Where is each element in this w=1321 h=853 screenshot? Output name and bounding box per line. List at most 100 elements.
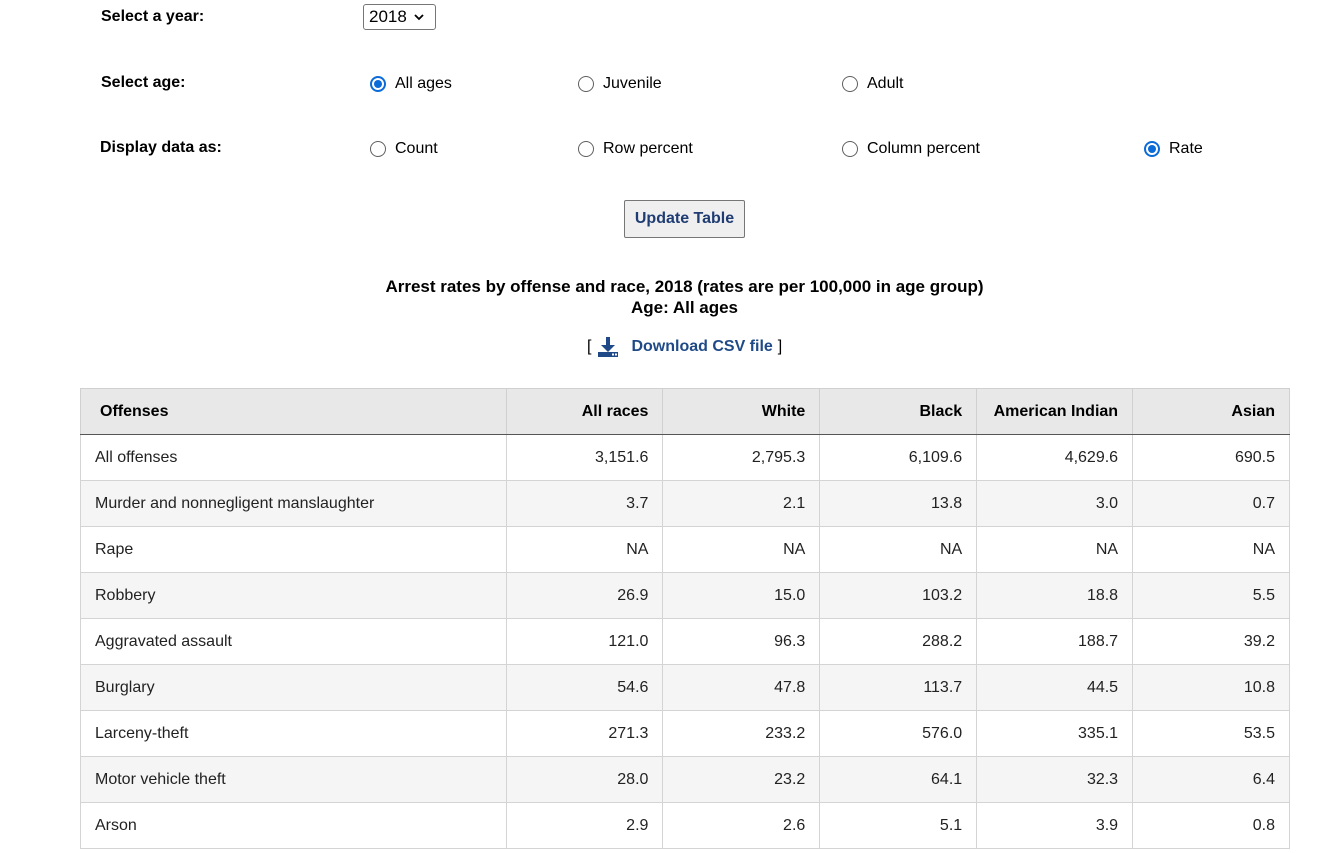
download-csv-label: Download CSV file [631,338,773,355]
age-option-label: Juvenile [603,75,662,92]
value-cell: 5.1 [819,802,978,849]
value-cell: 26.9 [505,572,664,619]
update-table-button[interactable]: Update Table [624,200,745,238]
table-row: Larceny-theft 271.3 233.2 576.0 335.1 53… [80,710,1290,757]
age-radio-juvenile[interactable]: Juvenile [578,75,662,93]
offense-cell: Robbery [80,572,507,619]
offense-cell: Rape [80,526,507,573]
value-cell: 233.2 [662,710,821,757]
radio-unchecked-icon[interactable] [370,141,386,157]
value-cell: 6.4 [1132,756,1290,803]
value-cell: 44.5 [976,664,1134,711]
age-label: Select age: [101,74,186,91]
download-csv-link[interactable]: Download CSV file [591,336,773,358]
value-cell: 103.2 [819,572,978,619]
offense-cell: Murder and nonnegligent manslaughter [80,480,507,527]
value-cell: 96.3 [662,618,821,665]
value-cell: 2,795.3 [662,434,821,481]
value-cell: 32.3 [976,756,1134,803]
table-row: Burglary 54.6 47.8 113.7 44.5 10.8 [80,664,1290,711]
download-row: [ Download CSV file ] [587,336,782,358]
value-cell: 53.5 [1132,710,1290,757]
value-cell: 54.6 [505,664,664,711]
table-row: All offenses 3,151.6 2,795.3 6,109.6 4,6… [80,434,1290,481]
table-row: Robbery 26.9 15.0 103.2 18.8 5.5 [80,572,1290,619]
value-cell: 28.0 [505,756,664,803]
value-cell: 23.2 [662,756,821,803]
value-cell: 3,151.6 [505,434,664,481]
age-option-label: All ages [395,75,452,92]
chevron-down-icon [414,14,424,21]
value-cell: NA [1132,526,1290,573]
value-cell: 113.7 [819,664,978,711]
radio-checked-icon[interactable] [370,76,386,92]
value-cell: 6,109.6 [819,434,978,481]
value-cell: 2.6 [662,802,821,849]
radio-unchecked-icon[interactable] [578,141,594,157]
column-header-all-races: All races [505,388,663,435]
year-select[interactable]: 2018 [363,4,436,30]
page: Select a year: 2018 Select age: All ages… [0,0,1321,853]
age-radio-adult[interactable]: Adult [842,75,903,93]
table-row: Arson 2.9 2.6 5.1 3.9 0.8 [80,802,1290,849]
year-select-value: 2018 [369,7,407,26]
display-radio-column-percent[interactable]: Column percent [842,140,980,158]
arrest-rates-table: Offenses All races White Black American … [80,388,1290,849]
value-cell: 2.9 [505,802,664,849]
value-cell: 0.8 [1132,802,1290,849]
radio-unchecked-icon[interactable] [842,141,858,157]
year-label: Select a year: [101,8,205,25]
display-radio-rate[interactable]: Rate [1144,140,1203,158]
table-row: Aggravated assault 121.0 96.3 288.2 188.… [80,618,1290,665]
table-subtitle-age: Age: All ages [630,298,739,317]
value-cell: NA [976,526,1134,573]
radio-unchecked-icon[interactable] [842,76,858,92]
value-cell: 271.3 [505,710,664,757]
value-cell: 2.1 [662,480,821,527]
offense-cell: Burglary [80,664,507,711]
offense-cell: Aggravated assault [80,618,507,665]
close-bracket: ] [777,338,783,355]
table-row: Motor vehicle theft 28.0 23.2 64.1 32.3 … [80,756,1290,803]
offense-cell: All offenses [80,434,507,481]
display-option-label: Row percent [603,140,693,157]
column-header-black: Black [819,388,977,435]
display-option-label: Column percent [867,140,980,157]
offense-cell: Motor vehicle theft [80,756,507,803]
display-radio-row-percent[interactable]: Row percent [578,140,693,158]
value-cell: 4,629.6 [976,434,1134,481]
value-cell: 5.5 [1132,572,1290,619]
value-cell: 39.2 [1132,618,1290,665]
value-cell: 3.0 [976,480,1134,527]
offense-cell: Larceny-theft [80,710,507,757]
value-cell: 3.9 [976,802,1134,849]
age-option-label: Adult [867,75,904,92]
radio-unchecked-icon[interactable] [578,76,594,92]
value-cell: NA [505,526,664,573]
value-cell: 15.0 [662,572,821,619]
value-cell: 3.7 [505,480,664,527]
value-cell: 13.8 [819,480,978,527]
value-cell: 0.7 [1132,480,1290,527]
table-title: Arrest rates by offense and race, 2018 (… [385,277,984,296]
column-header-white: White [662,388,820,435]
table-row: Rape NA NA NA NA NA [80,526,1290,573]
value-cell: 188.7 [976,618,1134,665]
value-cell: 576.0 [819,710,978,757]
age-radio-all-ages[interactable]: All ages [370,75,452,93]
column-header-offenses: Offenses [80,388,507,435]
display-option-label: Count [395,140,438,157]
table-header-row: Offenses All races White Black American … [80,388,1290,435]
display-radio-count[interactable]: Count [370,140,438,158]
table-row: Murder and nonnegligent manslaughter 3.7… [80,480,1290,527]
radio-checked-icon[interactable] [1144,141,1160,157]
offense-cell: Arson [80,802,507,849]
column-header-american-indian: American Indian [976,388,1133,435]
value-cell: 690.5 [1132,434,1290,481]
download-icon [598,337,619,357]
value-cell: 121.0 [505,618,664,665]
display-option-label: Rate [1169,140,1203,157]
value-cell: NA [662,526,821,573]
value-cell: 10.8 [1132,664,1290,711]
value-cell: NA [819,526,978,573]
